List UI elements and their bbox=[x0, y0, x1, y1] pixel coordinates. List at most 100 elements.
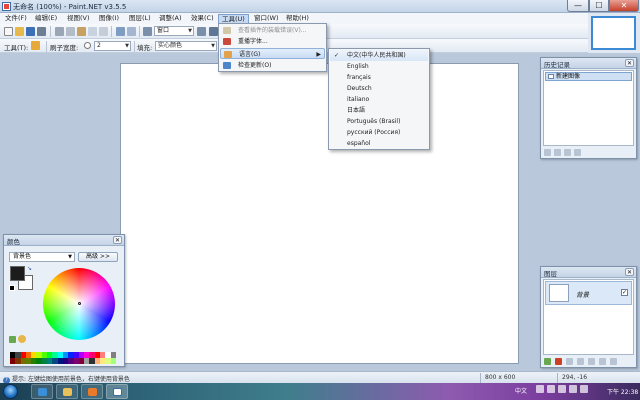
minimize-button[interactable]: — bbox=[567, 0, 589, 12]
copy-icon[interactable] bbox=[66, 27, 75, 36]
layer-properties-icon[interactable] bbox=[610, 358, 617, 365]
history-item[interactable]: 新建图像 bbox=[545, 72, 632, 81]
language-item-german[interactable]: Deutsch bbox=[330, 83, 428, 94]
new-file-icon[interactable] bbox=[4, 27, 13, 36]
language-item-japanese[interactable]: 日本語 bbox=[330, 105, 428, 116]
panel-header[interactable]: 历史记录 ✕ bbox=[541, 58, 636, 69]
image-thumbnail-tab[interactable] bbox=[591, 16, 636, 50]
menu-layers[interactable]: 图层(L) bbox=[126, 14, 154, 24]
cut-icon[interactable] bbox=[55, 27, 64, 36]
color-target-select[interactable]: 背景色 ▼ bbox=[9, 252, 75, 262]
grid-icon[interactable] bbox=[209, 27, 218, 36]
redo-icon[interactable] bbox=[564, 149, 571, 156]
chevron-down-icon: ▼ bbox=[125, 43, 129, 49]
crop-icon[interactable] bbox=[88, 27, 97, 36]
language-item-russian[interactable]: русский (Россия) bbox=[330, 127, 428, 138]
add-layer-icon[interactable] bbox=[544, 358, 551, 365]
menu-image[interactable]: 图像(I) bbox=[96, 14, 122, 24]
close-icon[interactable]: ✕ bbox=[625, 268, 634, 276]
image-canvas[interactable] bbox=[120, 63, 519, 364]
more-colors-button[interactable]: 高级 >> bbox=[78, 252, 118, 262]
menu-item-plugin-errors[interactable]: 查看插件的装载错误(V)... bbox=[220, 25, 325, 36]
palette-menu-icon[interactable] bbox=[17, 335, 26, 343]
add-to-palette-icon[interactable] bbox=[9, 336, 16, 343]
paintbrush-icon[interactable] bbox=[31, 41, 40, 50]
start-button[interactable] bbox=[3, 384, 18, 399]
close-icon[interactable]: ✕ bbox=[625, 59, 634, 67]
language-label: español bbox=[347, 140, 371, 147]
menu-view[interactable]: 视图(V) bbox=[64, 14, 93, 24]
layer-row[interactable]: 背景 ✓ bbox=[545, 281, 632, 305]
language-item-english[interactable]: English bbox=[330, 61, 428, 72]
paintnet-icon bbox=[113, 388, 122, 396]
primary-color-swatch[interactable] bbox=[10, 266, 25, 281]
close-icon[interactable]: ✕ bbox=[113, 236, 122, 244]
deselect-icon[interactable] bbox=[99, 27, 108, 36]
print-icon[interactable] bbox=[37, 27, 46, 36]
layer-visibility-checkbox[interactable]: ✓ bbox=[621, 289, 628, 296]
clock[interactable]: 下午 22:38 bbox=[607, 387, 638, 396]
duplicate-layer-icon[interactable] bbox=[566, 358, 573, 365]
zoom-combo[interactable]: 窗口 ▼ bbox=[154, 26, 194, 36]
menu-effects[interactable]: 效果(C) bbox=[188, 14, 217, 24]
brush-width-combo[interactable]: 2 ▼ bbox=[94, 41, 131, 51]
menu-item-label: 检查更新(O) bbox=[238, 62, 272, 69]
swap-colors-icon[interactable]: ↘ bbox=[27, 265, 32, 272]
language-item-french[interactable]: français bbox=[330, 72, 428, 83]
menu-file[interactable]: 文件(F) bbox=[2, 14, 30, 24]
tray-volume-icon[interactable] bbox=[580, 385, 588, 393]
color-wheel-cursor bbox=[78, 302, 81, 305]
tray-keyboard-icon[interactable] bbox=[536, 385, 544, 393]
fill-mode-combo[interactable]: 实心颜色 ▼ bbox=[155, 41, 217, 51]
menu-edit[interactable]: 编辑(E) bbox=[32, 14, 60, 24]
taskbar: 中文 下午 22:38 bbox=[0, 383, 640, 400]
zoom-icon[interactable] bbox=[143, 27, 152, 36]
language-item-chinese[interactable]: ✓ 中文(中华人民共和国) bbox=[330, 50, 428, 61]
rewind-icon[interactable] bbox=[544, 149, 551, 156]
chevron-down-icon: ▼ bbox=[211, 43, 215, 49]
language-item-portuguese[interactable]: Português (Brasil) bbox=[330, 116, 428, 127]
status-bar: ? 提示: 左键绘图使用前景色，右键使用背景色 800 x 600 294, -1… bbox=[0, 371, 640, 384]
language-item-italian[interactable]: italiano bbox=[330, 94, 428, 105]
close-button[interactable]: ✕ bbox=[609, 0, 639, 12]
open-folder-icon[interactable] bbox=[15, 27, 24, 36]
taskbar-app-paintnet[interactable] bbox=[106, 384, 128, 399]
input-language-indicator[interactable]: 中文 bbox=[515, 386, 527, 395]
tray-help-icon[interactable] bbox=[547, 385, 555, 393]
undo-icon[interactable] bbox=[116, 27, 125, 36]
merge-layer-icon[interactable] bbox=[577, 358, 584, 365]
reset-colors-icon[interactable] bbox=[9, 285, 15, 291]
update-icon bbox=[223, 62, 231, 69]
taskbar-app-media[interactable] bbox=[81, 384, 103, 399]
language-label: 中文(中华人民共和国) bbox=[347, 52, 406, 59]
tray-flag-icon[interactable] bbox=[558, 385, 566, 393]
language-label: 日本語 bbox=[347, 107, 366, 114]
delete-layer-icon[interactable] bbox=[555, 358, 562, 365]
taskbar-app-ie[interactable] bbox=[31, 384, 53, 399]
zoom-in-icon[interactable] bbox=[197, 27, 206, 36]
menu-item-language[interactable]: 语言(G) ▶ bbox=[220, 48, 325, 59]
language-item-spanish[interactable]: español bbox=[330, 138, 428, 149]
brush-width-value: 2 bbox=[97, 42, 101, 49]
taskbar-app-explorer[interactable] bbox=[56, 384, 78, 399]
status-separator bbox=[480, 373, 481, 383]
panel-header[interactable]: 图层 ✕ bbox=[541, 267, 636, 278]
tray-network-icon[interactable] bbox=[569, 385, 577, 393]
plugin-icon bbox=[223, 27, 231, 34]
panel-header[interactable]: 颜色 ✕ bbox=[4, 235, 124, 246]
palette-swatch[interactable] bbox=[110, 358, 116, 364]
save-icon[interactable] bbox=[26, 27, 35, 36]
menu-item-check-updates[interactable]: 检查更新(O) bbox=[220, 60, 325, 71]
language-label: Português (Brasil) bbox=[347, 118, 401, 125]
menu-item-fonts[interactable]: 重播字体... bbox=[220, 36, 325, 47]
paste-icon[interactable] bbox=[77, 27, 86, 36]
maximize-button[interactable]: ☐ bbox=[589, 0, 609, 12]
fast-forward-icon[interactable] bbox=[574, 149, 581, 156]
move-layer-up-icon[interactable] bbox=[588, 358, 595, 365]
undo-icon[interactable] bbox=[554, 149, 561, 156]
redo-icon[interactable] bbox=[127, 27, 136, 36]
menu-adjustments[interactable]: 调整(A) bbox=[156, 14, 185, 24]
history-panel: 历史记录 ✕ 新建图像 bbox=[540, 57, 637, 159]
toolbar-separator bbox=[111, 26, 112, 37]
move-layer-down-icon[interactable] bbox=[599, 358, 606, 365]
